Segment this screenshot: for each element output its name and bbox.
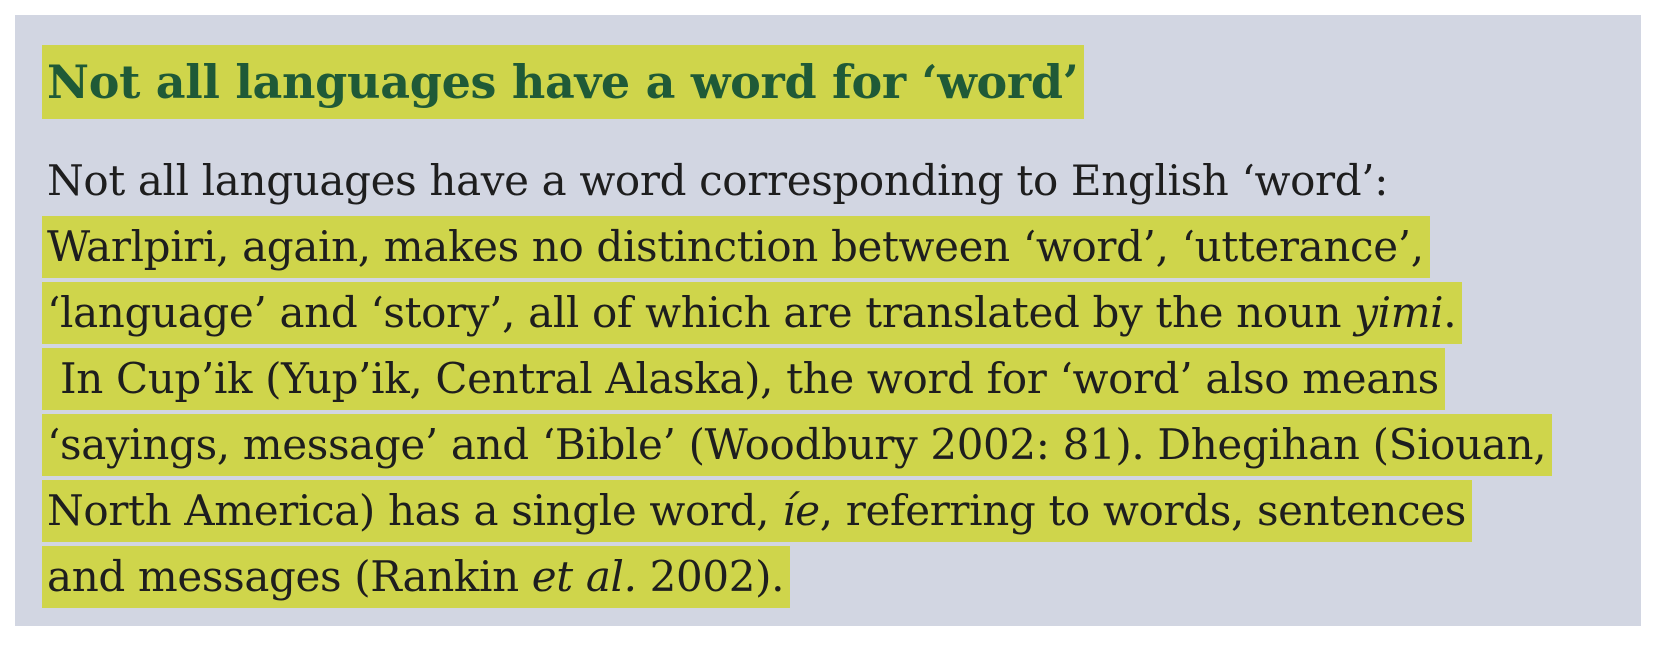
line-text: and messages (Rankin	[47, 552, 532, 601]
line-text: 2002).	[636, 552, 785, 601]
line-text: In Cup’ik (Yup’ik, Central Alaska), the …	[47, 354, 1439, 403]
line-text: Warlpiri, again, makes no distinction be…	[47, 222, 1424, 271]
italic-term: et al.	[531, 552, 637, 601]
heading: Not all languages have a word for ‘word’	[42, 45, 1085, 119]
paragraph-line-highlighted: Warlpiri, again, makes no distinction be…	[42, 216, 1430, 278]
line-text: , referring to words, sentences	[819, 486, 1467, 535]
line-text: Not all languages have a word correspond…	[47, 156, 1389, 205]
line-text: ‘language’ and ‘story’, all of which are…	[47, 288, 1355, 337]
paragraph-line-highlighted: ‘sayings, message’ and ‘Bible’ (Woodbury…	[42, 414, 1553, 476]
heading-container: Not all languages have a word for ‘word’	[42, 45, 1085, 119]
paragraph-line: Not all languages have a word correspond…	[42, 150, 1394, 212]
line-text: North America) has a single word,	[47, 486, 783, 535]
italic-term: yimi	[1354, 288, 1444, 337]
italic-term: íe	[782, 486, 820, 535]
line-text: ‘sayings, message’ and ‘Bible’ (Woodbury…	[47, 420, 1547, 469]
paragraph-line-highlighted: ‘language’ and ‘story’, all of which are…	[42, 282, 1463, 344]
paragraph-line-highlighted: North America) has a single word, íe, re…	[42, 480, 1472, 542]
paragraph-line-highlighted: and messages (Rankin et al. 2002).	[42, 546, 791, 608]
paragraph-line-highlighted: In Cup’ik (Yup’ik, Central Alaska), the …	[42, 348, 1445, 410]
line-text: .	[1443, 288, 1457, 337]
